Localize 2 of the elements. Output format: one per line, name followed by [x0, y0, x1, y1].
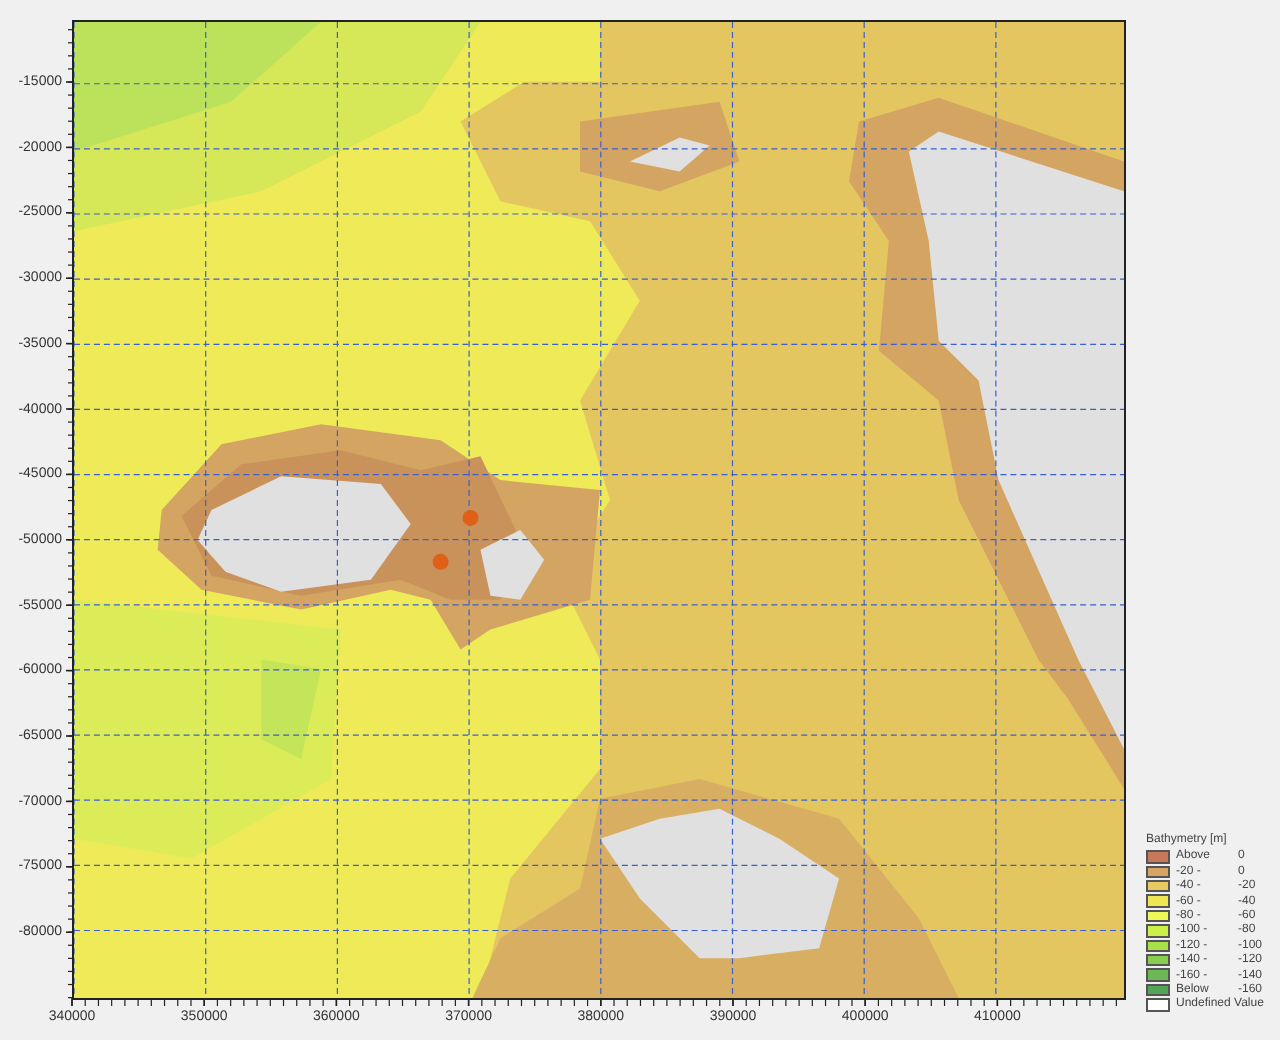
marker-dot — [462, 510, 479, 526]
marker-dot — [432, 553, 449, 570]
